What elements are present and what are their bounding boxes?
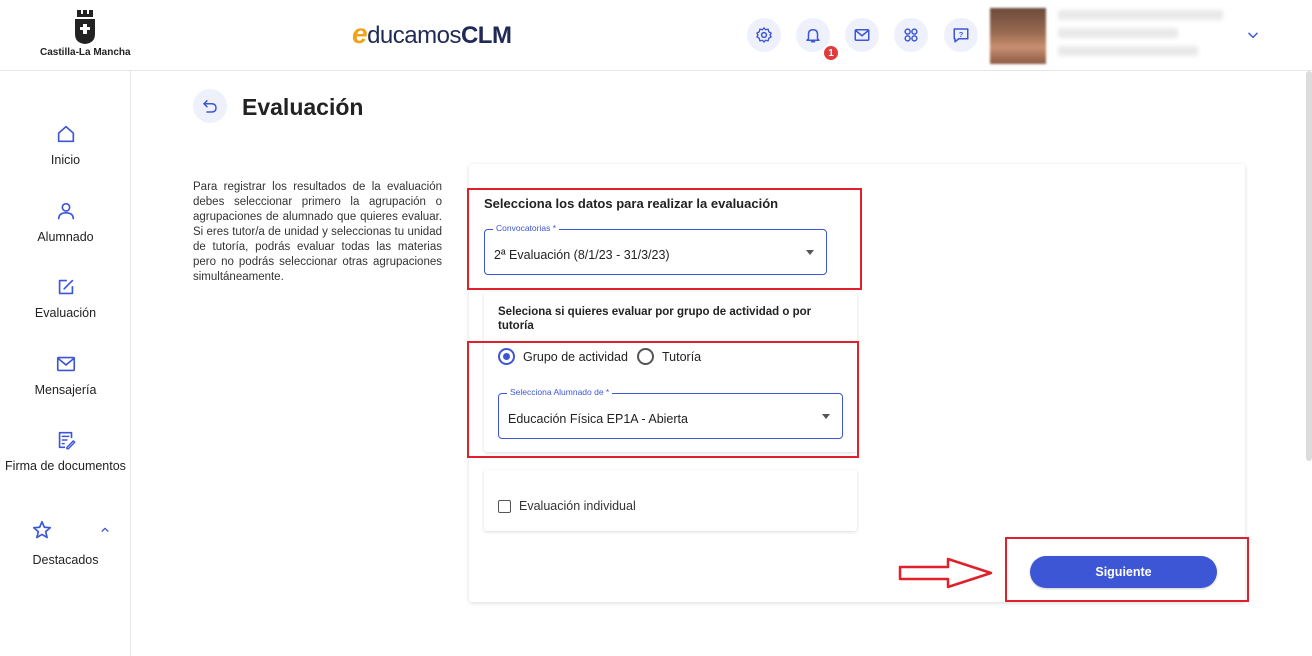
sidebar-item-mensajeria[interactable]: Mensajería xyxy=(0,353,131,397)
document-sign-icon xyxy=(58,431,75,450)
siguiente-button[interactable]: Siguiente xyxy=(1030,556,1217,588)
annotation-arrow-icon xyxy=(898,556,994,595)
org-name: Castilla-La Mancha xyxy=(40,47,131,58)
avatar[interactable] xyxy=(990,8,1046,64)
settings-button[interactable] xyxy=(747,18,781,52)
sidebar-item-label: Destacados xyxy=(32,553,99,567)
sidebar-item-label: Mensajería xyxy=(34,383,97,397)
messages-button[interactable] xyxy=(845,18,879,52)
notification-badge: 1 xyxy=(822,44,840,62)
sidebar-item-alumnado[interactable]: Alumnado xyxy=(0,200,131,244)
top-header: Castilla-La Mancha educamosCLM 1 ? xyxy=(0,0,1312,71)
crown-shield-icon xyxy=(75,10,95,44)
sidebar-item-evaluacion[interactable]: Evaluación xyxy=(0,276,131,320)
edit-square-icon xyxy=(58,279,73,295)
scrollbar[interactable] xyxy=(1306,71,1312,461)
undo-arrow-icon xyxy=(203,100,217,113)
gear-icon xyxy=(756,27,772,43)
sidebar: Inicio Alumnado Evaluación Mensajería Fi… xyxy=(0,71,131,656)
sidebar-item-label: Firma de documentos xyxy=(5,459,126,473)
sidebar-item-label: Evaluación xyxy=(34,306,97,320)
user-info-blurred xyxy=(1058,10,1228,62)
help-button[interactable]: ? xyxy=(944,18,978,52)
sidebar-item-destacados[interactable]: Destacados xyxy=(0,519,131,567)
annotation-box-alumnado xyxy=(467,341,859,458)
sidebar-item-firma-documentos[interactable]: Firma de documentos xyxy=(0,429,131,473)
apps-button[interactable] xyxy=(894,18,928,52)
mail-icon xyxy=(56,356,75,372)
sidebar-item-label: Alumnado xyxy=(37,230,94,244)
svg-text:?: ? xyxy=(959,30,964,39)
home-icon xyxy=(57,125,74,143)
user-menu-button[interactable] xyxy=(1246,28,1260,47)
annotation-box-datos xyxy=(467,188,862,290)
sidebar-item-label: Inicio xyxy=(50,153,81,167)
mail-icon xyxy=(854,29,870,41)
person-icon xyxy=(57,202,74,220)
apps-icon xyxy=(904,28,918,42)
help-icon: ? xyxy=(953,28,969,43)
page-title: Evaluación xyxy=(242,94,364,120)
bell-icon xyxy=(806,29,820,43)
intro-text: Para registrar los resultados de la eval… xyxy=(193,181,442,283)
sidebar-item-inicio[interactable]: Inicio xyxy=(0,123,131,167)
evaluacion-individual-checkbox[interactable] xyxy=(498,500,511,513)
castilla-la-mancha-logo[interactable]: Castilla-La Mancha xyxy=(40,10,131,64)
back-button[interactable] xyxy=(193,89,227,123)
mode-title: Seleciona si quieres evaluar por grupo d… xyxy=(498,306,812,332)
chevron-down-icon xyxy=(1248,32,1258,39)
star-icon xyxy=(32,520,51,539)
educamos-clm-logo[interactable]: educamosCLM xyxy=(352,18,512,50)
chevron-up-icon[interactable] xyxy=(100,525,110,535)
evaluacion-individual-label[interactable]: Evaluación individual xyxy=(519,499,636,513)
